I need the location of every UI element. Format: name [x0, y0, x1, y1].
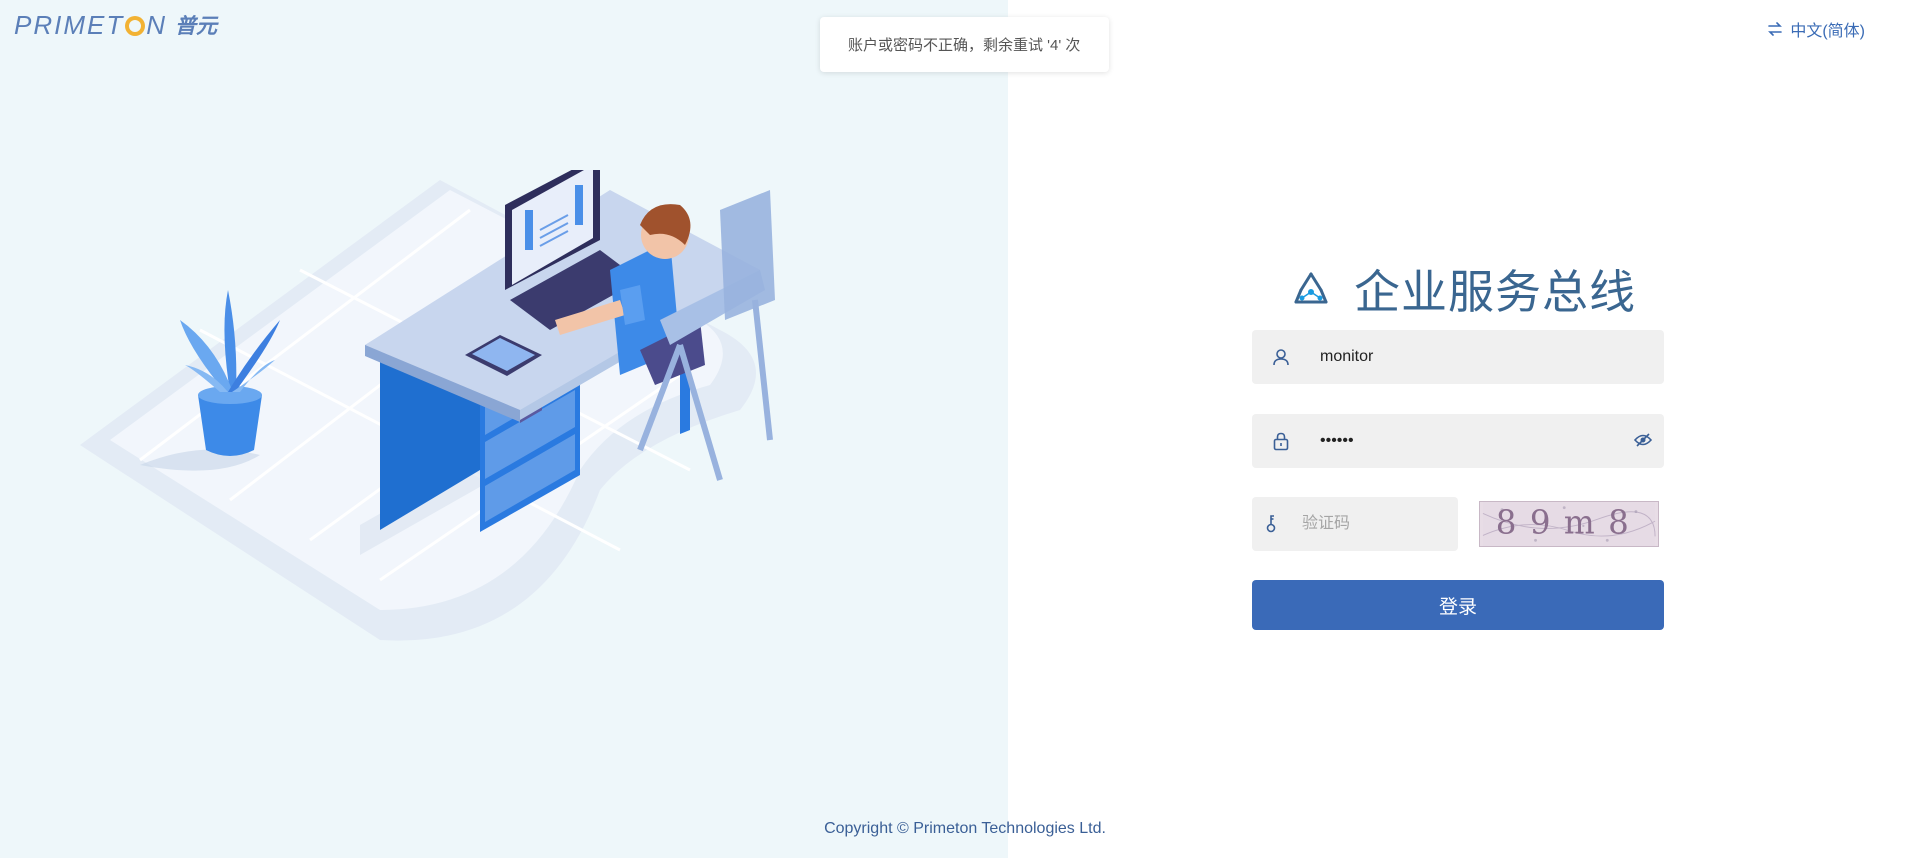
captcha-field	[1252, 497, 1509, 551]
language-label: 中文(简体)	[1790, 23, 1865, 40]
captcha-input[interactable]	[1282, 497, 1509, 551]
toast-message: 账户或密码不正确，剩余重试 '4' 次	[848, 37, 1081, 54]
left-panel: PRIMET N 普元	[0, 0, 1008, 858]
language-switcher[interactable]: 中文(简体)	[1767, 17, 1865, 41]
brand: 企业服务总线	[1290, 258, 1636, 320]
logo-o-icon	[125, 15, 146, 36]
user-icon	[1262, 347, 1300, 367]
password-input[interactable]	[1300, 414, 1664, 468]
office-illustration	[80, 170, 775, 641]
password-field	[1252, 414, 1664, 468]
logo-cn-text: 普元	[175, 14, 218, 38]
brand-title: 企业服务总线	[1354, 265, 1636, 319]
swap-icon	[1768, 22, 1783, 36]
error-toast: 账户或密码不正确，剩余重试 '4' 次	[820, 17, 1109, 72]
captcha-image[interactable]: 89m8	[1479, 501, 1659, 547]
primeton-logo: PRIMET N 普元	[14, 10, 217, 40]
lock-icon	[1262, 431, 1300, 451]
copyright: Copyright © Primeton Technologies Ltd.	[824, 820, 1106, 837]
captcha-text: 89m8	[1496, 504, 1642, 542]
brand-logo-icon	[1294, 272, 1328, 304]
logo-text: PRIMET N	[14, 9, 168, 40]
username-field	[1252, 330, 1664, 384]
eye-icon[interactable]	[1633, 432, 1653, 453]
login-button[interactable]: 登录	[1252, 580, 1664, 630]
key-icon	[1262, 514, 1282, 534]
username-input[interactable]	[1300, 330, 1664, 384]
